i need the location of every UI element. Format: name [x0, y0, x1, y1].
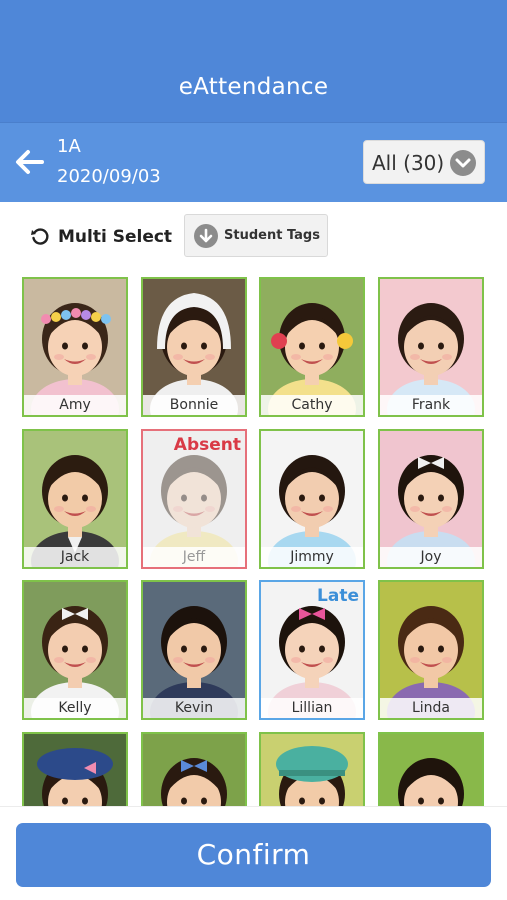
class-bar: 1A 2020/09/03 All (30)	[0, 122, 507, 202]
confirm-button[interactable]: Confirm	[16, 823, 491, 887]
student-name: Joy	[380, 547, 482, 567]
filter-dropdown[interactable]: All (30)	[363, 140, 485, 184]
student-card[interactable]: Jack	[22, 429, 128, 569]
student-name: Linda	[380, 698, 482, 718]
student-tags-label: Student Tags	[224, 228, 320, 243]
arrow-down-icon	[194, 224, 218, 248]
filter-label: All (30)	[372, 151, 445, 175]
student-card[interactable]	[141, 732, 247, 806]
student-name: Frank	[380, 395, 482, 415]
student-card[interactable]	[259, 732, 365, 806]
student-card[interactable]: Jimmy	[259, 429, 365, 569]
toolbar: Multi Select Student Tags	[0, 202, 507, 274]
student-photo	[24, 734, 126, 806]
student-grid: Amy Bonnie Cathy Frank Jack Absent Jeff Jimmy Jo…	[0, 274, 507, 806]
student-card[interactable]: Absent Jeff	[141, 429, 247, 569]
student-card[interactable]: Amy	[22, 277, 128, 417]
student-card[interactable]: Linda	[378, 580, 484, 720]
student-card[interactable]: Cathy	[259, 277, 365, 417]
back-button[interactable]	[12, 145, 46, 179]
app-title: eAttendance	[178, 74, 329, 100]
attendance-status-badge: Absent	[173, 435, 241, 455]
divider	[0, 806, 507, 807]
student-name: Jimmy	[261, 547, 363, 567]
student-photo	[143, 734, 245, 806]
student-card[interactable]	[22, 732, 128, 806]
student-name: Kevin	[143, 698, 245, 718]
multi-select-button[interactable]: Multi Select	[30, 224, 172, 250]
student-card[interactable]: Kelly	[22, 580, 128, 720]
student-name: Jeff	[143, 547, 245, 567]
student-card[interactable]: Joy	[378, 429, 484, 569]
arrow-left-icon	[16, 150, 44, 174]
rotate-icon	[31, 228, 49, 245]
app-root: eAttendance 1A 2020/09/03 All (30) Multi…	[0, 0, 507, 900]
attendance-status-badge: Late	[317, 586, 359, 606]
class-date: 2020/09/03	[57, 166, 161, 187]
multi-select-label: Multi Select	[58, 227, 173, 247]
student-card[interactable]	[378, 732, 484, 806]
chevron-down-icon	[450, 150, 476, 176]
student-name: Jack	[24, 547, 126, 567]
student-name: Amy	[24, 395, 126, 415]
class-name: 1A	[57, 136, 81, 157]
student-name: Cathy	[261, 395, 363, 415]
student-card[interactable]: Frank	[378, 277, 484, 417]
title-bar: eAttendance	[0, 0, 507, 122]
student-photo	[261, 734, 363, 806]
student-name: Kelly	[24, 698, 126, 718]
student-name: Bonnie	[143, 395, 245, 415]
student-card[interactable]: Bonnie	[141, 277, 247, 417]
student-name: Lillian	[261, 698, 363, 718]
student-card[interactable]: Late Lillian	[259, 580, 365, 720]
student-photo	[380, 734, 482, 806]
student-card[interactable]: Kevin	[141, 580, 247, 720]
student-tags-button[interactable]: Student Tags	[184, 214, 328, 257]
